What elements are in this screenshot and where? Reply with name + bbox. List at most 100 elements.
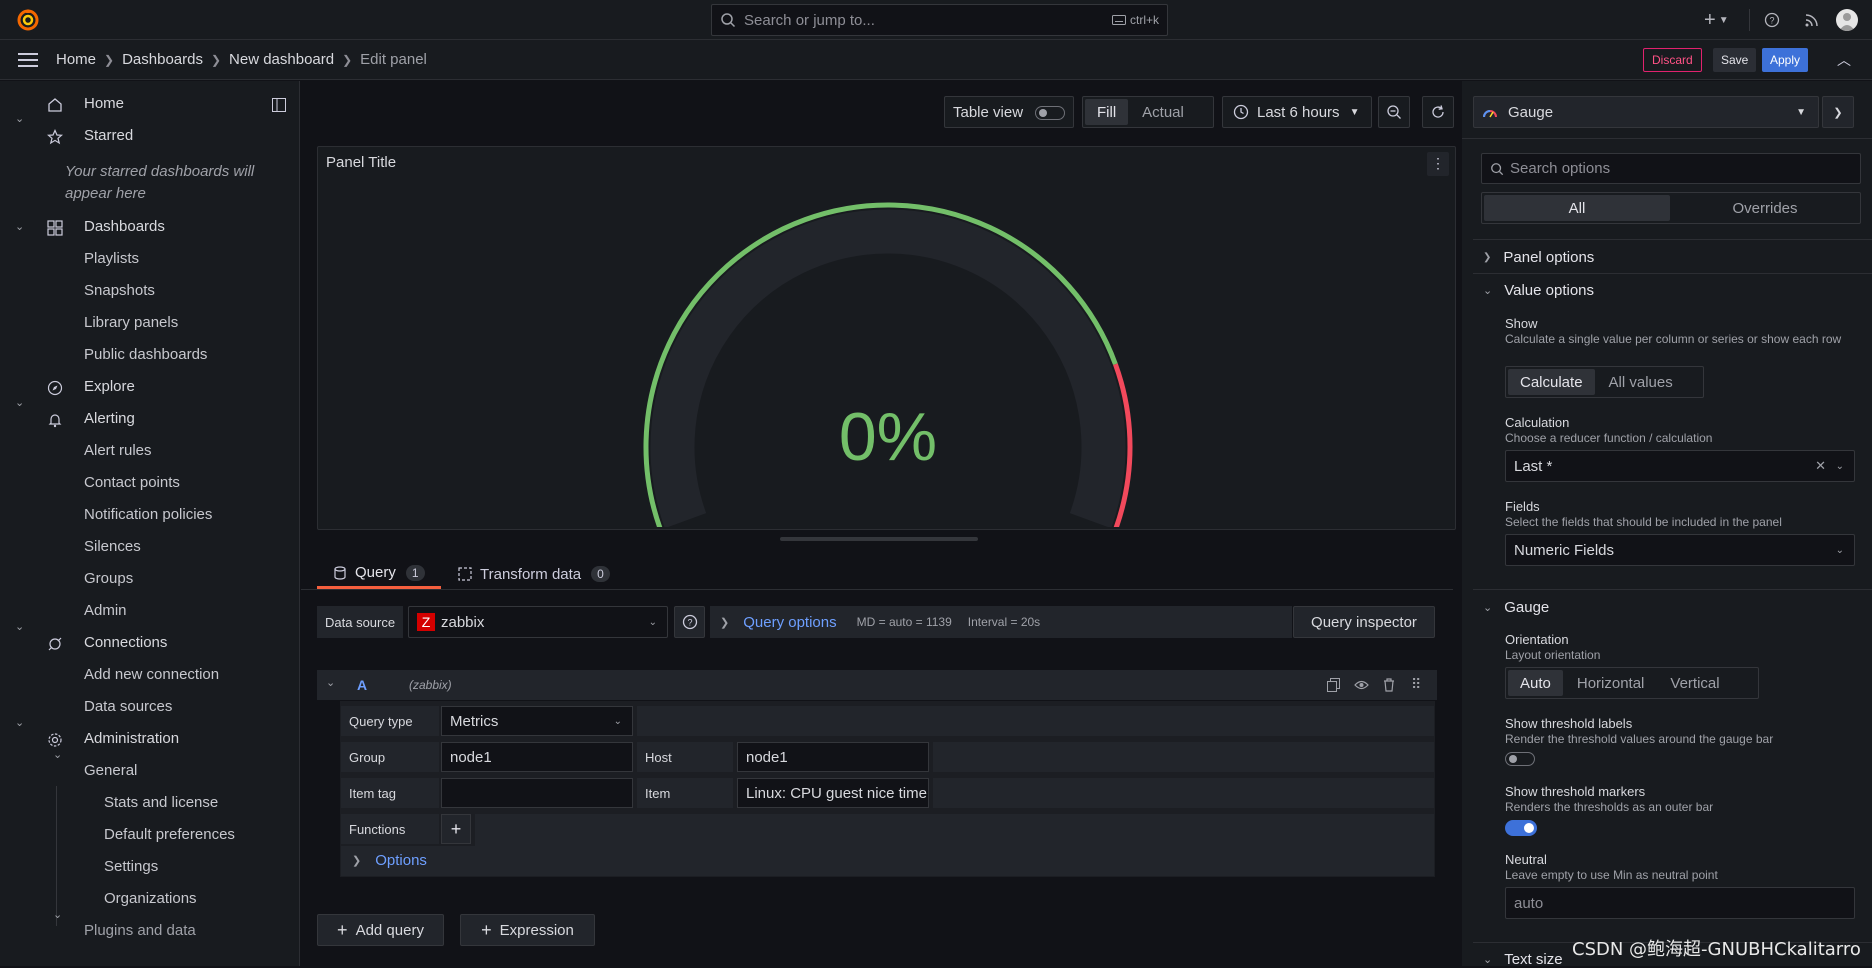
drag-handle-icon[interactable]: ⠿ (1411, 676, 1421, 693)
tab-transform-data[interactable]: Transform data 0 (458, 559, 610, 589)
sidebar-item-contact-points[interactable]: Contact points (84, 474, 180, 491)
chevron-down-icon[interactable]: ⌄ (15, 396, 24, 409)
refresh-button[interactable] (1422, 96, 1454, 128)
fill-option[interactable]: Fill (1085, 99, 1129, 125)
search-input[interactable]: Search or jump to... ctrl+k (711, 4, 1168, 36)
sidebar-item-notification-policies[interactable]: Notification policies (84, 506, 212, 523)
apply-button[interactable]: Apply (1762, 48, 1809, 72)
zoom-out-button[interactable] (1378, 96, 1410, 128)
breadcrumb-home[interactable]: Home (56, 51, 96, 68)
collapse-options-button[interactable]: ❯ (1822, 96, 1854, 128)
orientation-auto-option[interactable]: Auto (1508, 670, 1563, 696)
query-options-bar[interactable]: ❯ Query options MD = auto = 1139 Interva… (710, 606, 1292, 638)
panel-resize-handle[interactable] (780, 537, 978, 541)
sidebar-item-administration[interactable]: Administration (84, 730, 179, 747)
chevron-down-icon[interactable]: ⌄ (15, 620, 24, 633)
chevron-down-icon[interactable]: ⌄ (326, 676, 335, 689)
datasource-help-button[interactable]: ? (674, 606, 705, 638)
threshold-labels-switch[interactable] (1505, 752, 1535, 766)
table-view-toggle[interactable]: Table view (944, 96, 1074, 128)
tab-all[interactable]: All (1484, 195, 1670, 221)
item-input[interactable]: Linux: CPU guest nice time (737, 778, 929, 808)
neutral-input[interactable]: auto (1505, 887, 1855, 919)
datasource-picker[interactable]: Z zabbix ⌄ (408, 606, 668, 638)
sidebar-item-add-new-connection[interactable]: Add new connection (84, 666, 219, 683)
value-options-section[interactable]: ⌄ Value options (1483, 282, 1594, 299)
item-tag-input[interactable] (441, 778, 633, 808)
sidebar-item-starred[interactable]: Starred (84, 127, 133, 144)
sidebar-item-data-sources[interactable]: Data sources (84, 698, 172, 715)
text-size-section[interactable]: ⌄ Text size (1483, 951, 1563, 968)
news-button[interactable] (1804, 0, 1820, 40)
discard-button[interactable]: Discard (1643, 48, 1702, 72)
sidebar-item-explore[interactable]: Explore (84, 378, 135, 395)
sidebar-item-connections[interactable]: Connections (84, 634, 167, 651)
time-range-picker[interactable]: Last 6 hours ▼ (1222, 96, 1372, 128)
trash-icon[interactable] (1383, 678, 1395, 692)
user-avatar[interactable] (1836, 9, 1858, 31)
panel-menu-icon[interactable]: ⋮ (1427, 152, 1449, 176)
save-button[interactable]: Save (1713, 48, 1757, 72)
query-type-select[interactable]: Metrics ⌄ (441, 706, 633, 736)
sidebar-item-default-preferences[interactable]: Default preferences (104, 826, 235, 843)
panel-title[interactable]: Panel Title (326, 154, 396, 171)
panel-options-section[interactable]: ❯ Panel options (1483, 249, 1594, 266)
chevron-down-icon[interactable]: ⌄ (53, 748, 62, 761)
chevron-down-icon[interactable]: ⌄ (15, 716, 24, 729)
copy-icon[interactable] (1327, 678, 1340, 692)
show-calculate-option[interactable]: Calculate (1508, 369, 1595, 395)
orientation-vertical-option[interactable]: Vertical (1658, 670, 1731, 696)
add-function-button[interactable]: + (441, 814, 471, 844)
expression-button[interactable]: + Expression (460, 914, 595, 946)
calculation-select[interactable]: Last * ✕ ⌄ (1505, 450, 1855, 482)
sidebar-item-library-panels[interactable]: Library panels (84, 314, 178, 331)
table-view-switch[interactable] (1035, 106, 1065, 120)
breadcrumb-dashboards[interactable]: Dashboards (122, 51, 203, 68)
sidebar-item-settings[interactable]: Settings (104, 858, 158, 875)
help-button[interactable]: ? (1764, 0, 1780, 40)
sidebar-item-stats-and-license[interactable]: Stats and license (104, 794, 218, 811)
query-ref-id[interactable]: A (357, 677, 367, 693)
tab-overrides[interactable]: Overrides (1672, 195, 1858, 221)
sidebar-item-home[interactable]: Home (84, 95, 124, 112)
chevron-up-icon[interactable]: ︿ (1837, 50, 1851, 70)
options-search-input[interactable]: Search options (1481, 153, 1861, 184)
sidebar-item-groups[interactable]: Groups (84, 570, 133, 587)
sidebar-item-snapshots[interactable]: Snapshots (84, 282, 155, 299)
orientation-horizontal-option[interactable]: Horizontal (1565, 670, 1657, 696)
query-header: ⌄ A (zabbix) ⠿ (317, 670, 1437, 700)
actual-option[interactable]: Actual (1130, 99, 1196, 125)
dock-menu-icon[interactable] (272, 98, 286, 112)
sidebar-item-public-dashboards[interactable]: Public dashboards (84, 346, 207, 363)
tab-query[interactable]: Query 1 (317, 559, 441, 589)
new-menu-button[interactable]: + ▼ (1704, 0, 1729, 40)
fields-select[interactable]: Numeric Fields ⌄ (1505, 534, 1855, 566)
menu-icon[interactable] (18, 52, 38, 68)
sidebar-item-alert-rules[interactable]: Alert rules (84, 442, 152, 459)
query-inspector-button[interactable]: Query inspector (1293, 606, 1435, 638)
breadcrumb-new-dashboard[interactable]: New dashboard (229, 51, 334, 68)
clear-icon[interactable]: ✕ (1815, 458, 1826, 474)
group-input[interactable]: node1 (441, 742, 633, 772)
sidebar-item-general[interactable]: General (84, 762, 137, 779)
grafana-logo-icon[interactable] (16, 8, 40, 32)
sidebar-item-silences[interactable]: Silences (84, 538, 141, 555)
sidebar-item-organizations[interactable]: Organizations (104, 890, 197, 907)
sidebar-item-admin[interactable]: Admin (84, 602, 127, 619)
gauge-section[interactable]: ⌄ Gauge (1483, 599, 1549, 616)
chevron-down-icon: ⌄ (648, 616, 657, 628)
chevron-down-icon[interactable]: ⌄ (15, 220, 24, 233)
query-options-toggle[interactable]: ❯ Options (352, 852, 427, 869)
threshold-markers-switch[interactable] (1505, 820, 1537, 836)
show-all-values-option[interactable]: All values (1597, 369, 1685, 395)
chevron-down-icon[interactable]: ⌄ (15, 112, 24, 125)
chevron-down-icon[interactable]: ⌄ (53, 908, 62, 921)
eye-icon[interactable] (1354, 679, 1369, 691)
add-query-button[interactable]: + Add query (317, 914, 444, 946)
sidebar-item-alerting[interactable]: Alerting (84, 410, 135, 427)
host-input[interactable]: node1 (737, 742, 929, 772)
visualization-picker[interactable]: Gauge ▼ (1473, 96, 1819, 128)
sidebar-item-playlists[interactable]: Playlists (84, 250, 139, 267)
sidebar-item-dashboards[interactable]: Dashboards (84, 218, 165, 235)
sidebar-item-plugins-and-data[interactable]: Plugins and data (84, 922, 196, 939)
